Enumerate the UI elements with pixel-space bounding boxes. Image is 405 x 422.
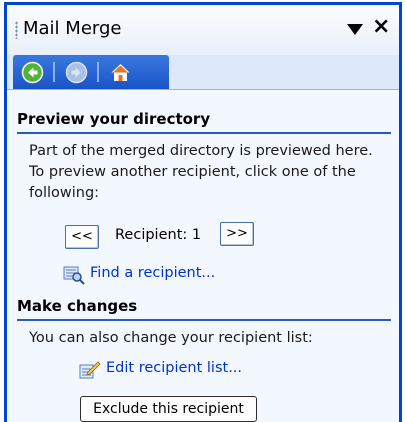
nav-separator xyxy=(97,62,99,82)
find-recipient-link[interactable]: Find a recipient... xyxy=(90,265,215,281)
find-recipient-icon xyxy=(63,265,85,289)
task-pane-content: Preview your directory Part of the merge… xyxy=(7,89,399,422)
task-pane-navigation-bar xyxy=(13,55,169,89)
next-recipient-button[interactable]: >> xyxy=(220,222,254,246)
recipient-counter: Recipient: 1 xyxy=(115,227,202,243)
edit-recipient-list-link[interactable]: Edit recipient list... xyxy=(106,360,242,376)
preview-description: Part of the merged directory is previewe… xyxy=(29,143,373,201)
previous-recipient-button[interactable]: << xyxy=(65,225,99,249)
task-pane-titlebar: Mail Merge × xyxy=(7,5,399,55)
make-changes-heading: Make changes xyxy=(17,297,391,321)
back-arrow-icon[interactable] xyxy=(21,61,44,84)
edit-list-icon xyxy=(79,360,101,384)
dropdown-arrow-icon[interactable] xyxy=(347,24,363,35)
home-icon[interactable] xyxy=(109,61,132,84)
make-changes-description: You can also change your recipient list: xyxy=(29,330,313,346)
task-pane-title: Mail Merge xyxy=(23,18,122,39)
forward-arrow-icon[interactable] xyxy=(65,61,88,84)
preview-section-heading: Preview your directory xyxy=(17,110,391,134)
nav-separator xyxy=(53,62,55,82)
drag-grip-icon[interactable] xyxy=(15,21,18,39)
exclude-recipient-button[interactable]: Exclude this recipient xyxy=(80,396,257,422)
mail-merge-task-pane: Mail Merge × Preview your directory Part… xyxy=(4,2,402,422)
close-icon[interactable]: × xyxy=(372,16,390,38)
